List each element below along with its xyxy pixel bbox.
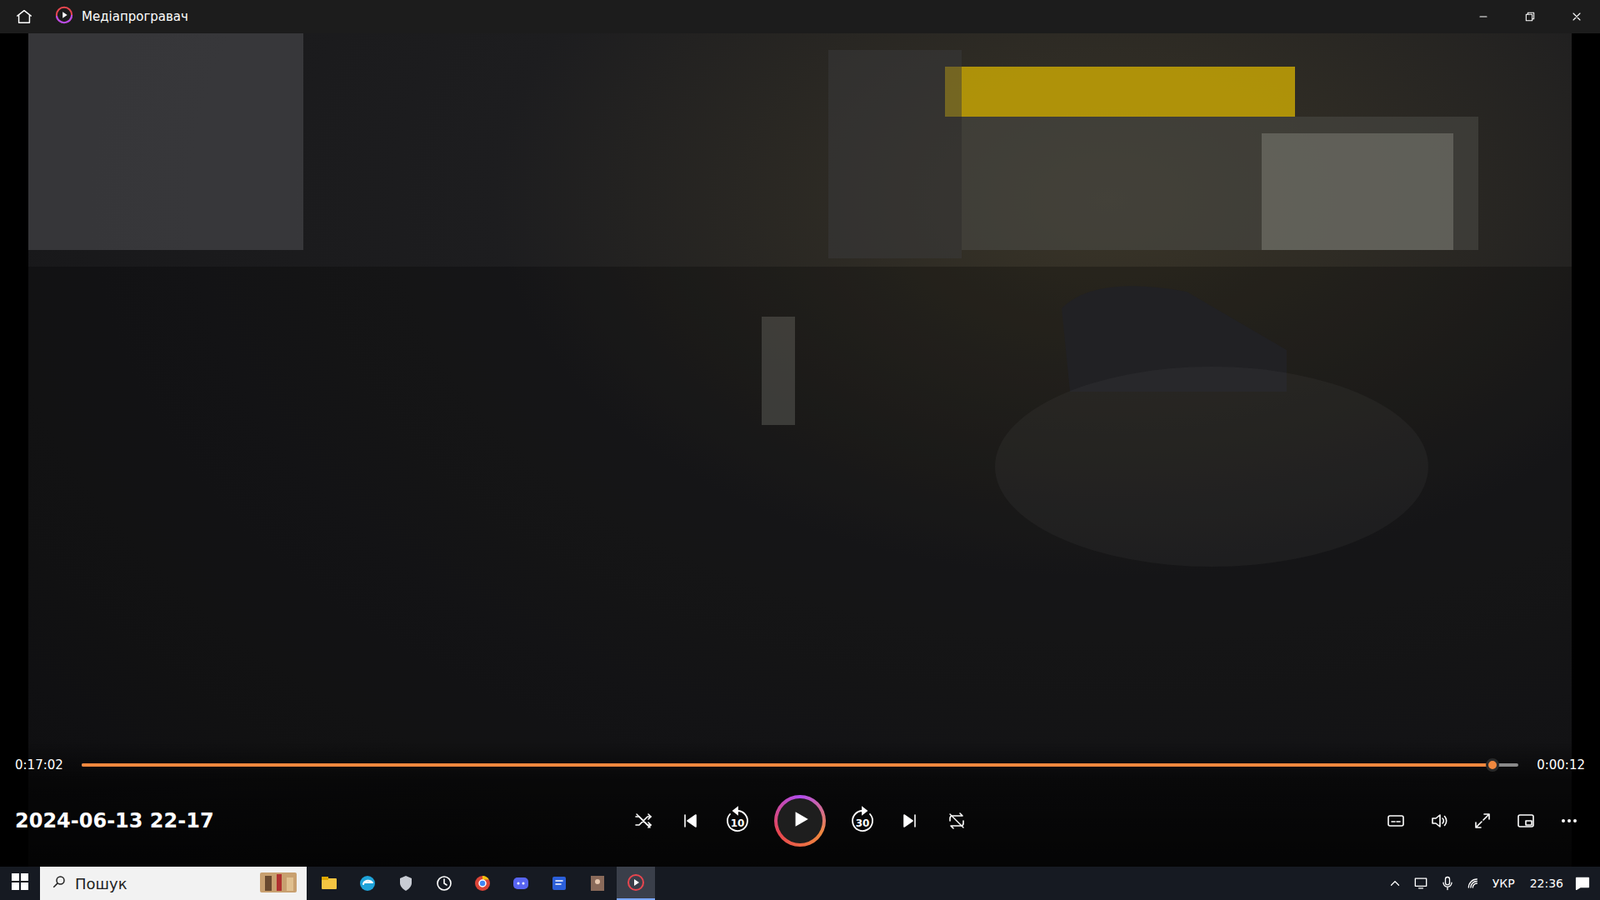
repeat-icon — [946, 810, 967, 831]
timeline: 0:17:02 0:00:12 — [15, 750, 1585, 780]
transport-controls: 10 30 — [627, 795, 973, 847]
skip-back-button[interactable]: 10 — [720, 804, 755, 838]
chevron-up-icon[interactable] — [1387, 875, 1403, 891]
play-pause-button[interactable] — [774, 795, 826, 847]
app-icon — [625, 872, 646, 893]
app-icon — [357, 873, 378, 894]
start-button[interactable] — [0, 866, 40, 900]
more-button[interactable] — [1553, 805, 1585, 837]
app-icon — [434, 873, 455, 894]
microphone-icon[interactable] — [1439, 875, 1456, 892]
app-icon — [395, 873, 416, 894]
app-icon — [510, 873, 531, 894]
taskbar-app[interactable] — [578, 866, 617, 900]
title-bar: Медіапрогравач — [0, 0, 1600, 34]
seek-bar[interactable] — [81, 763, 1519, 767]
fullscreen-icon — [1472, 810, 1493, 831]
volume-icon — [1429, 810, 1450, 831]
notifications-icon[interactable] — [1573, 874, 1592, 893]
taskbar-app[interactable] — [616, 866, 655, 900]
minimize-button[interactable] — [1460, 0, 1507, 34]
taskbar-app[interactable] — [425, 866, 464, 900]
media-title: 2024-06-13 22-17 — [15, 809, 628, 833]
taskbar-app[interactable] — [310, 866, 349, 900]
shuffle-icon — [633, 810, 654, 831]
app-icon — [549, 873, 570, 894]
close-icon — [1570, 10, 1584, 24]
video-area[interactable]: 0:17:02 0:00:12 2024-06-13 22-17 10 30 — [0, 33, 1600, 867]
search-icon — [51, 874, 67, 893]
media-player-window: Медіапрогравач 0:17:02 0:00:12 2024-06-13 2… — [0, 0, 1600, 900]
shuffle-button[interactable] — [627, 805, 660, 837]
input-language[interactable]: УКР — [1492, 876, 1515, 890]
system-tray: УКР 22:36 — [1387, 874, 1600, 893]
skip-forward-label: 30 — [855, 817, 870, 830]
more-icon — [1559, 810, 1580, 831]
window-title: Медіапрогравач — [81, 9, 189, 25]
seek-fill — [81, 763, 1493, 767]
playback-controls: 0:17:02 0:00:12 2024-06-13 22-17 10 30 — [0, 741, 1600, 867]
fullscreen-button[interactable] — [1466, 805, 1499, 837]
mini-player-button[interactable] — [1510, 805, 1542, 837]
pinned-apps — [310, 866, 655, 900]
subtitles-icon — [1385, 810, 1406, 831]
restore-icon — [1523, 10, 1537, 24]
previous-icon — [680, 810, 700, 831]
app-icon — [319, 873, 340, 894]
network-icon[interactable] — [1412, 875, 1430, 892]
taskbar: Пошук УКР 22:36 — [0, 866, 1600, 900]
volume-button[interactable] — [1423, 805, 1455, 837]
taskbar-app[interactable] — [501, 866, 540, 900]
app-icon — [587, 873, 608, 894]
wifi-icon[interactable] — [1465, 875, 1483, 892]
skip-back-label: 10 — [730, 817, 745, 830]
home-icon[interactable] — [15, 7, 34, 26]
close-button[interactable] — [1553, 0, 1600, 34]
next-icon — [900, 810, 920, 831]
seek-thumb[interactable] — [1485, 758, 1500, 772]
subtitles-button[interactable] — [1380, 805, 1412, 837]
previous-button[interactable] — [674, 805, 706, 837]
clock[interactable]: 22:36 — [1530, 876, 1564, 890]
taskbar-app[interactable] — [463, 866, 502, 900]
app-icon — [472, 873, 493, 894]
next-button[interactable] — [894, 805, 926, 837]
repeat-button[interactable] — [940, 805, 973, 837]
taskbar-app[interactable] — [540, 866, 579, 900]
player-options — [972, 805, 1585, 837]
media-player-icon — [55, 5, 74, 28]
search-placeholder: Пошук — [75, 875, 250, 893]
taskbar-app[interactable] — [348, 866, 387, 900]
elapsed-time: 0:17:02 — [15, 757, 64, 773]
search-box[interactable]: Пошук — [40, 866, 307, 900]
taskbar-app[interactable] — [386, 866, 425, 900]
mini-player-icon — [1515, 810, 1536, 831]
restore-button[interactable] — [1506, 0, 1554, 34]
skip-forward-button[interactable]: 30 — [845, 804, 880, 838]
search-highlight-icon — [258, 869, 299, 898]
windows-icon — [11, 873, 29, 894]
minimize-icon — [1476, 10, 1490, 24]
remaining-time: 0:00:12 — [1536, 757, 1585, 773]
play-icon — [789, 808, 811, 834]
